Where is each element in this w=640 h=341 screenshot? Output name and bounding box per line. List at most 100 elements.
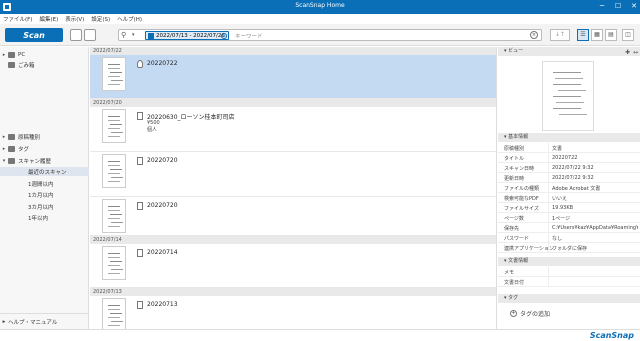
sidebar-item-1year[interactable]: 1年以内 (0, 213, 89, 222)
collapse-icon[interactable]: ▾ (0, 158, 8, 164)
preview-section-header[interactable]: ▾ ビュー ✚ ↔ (498, 47, 640, 56)
document-name: 20220722 (147, 60, 178, 67)
property-value[interactable]: 文書 (552, 145, 638, 152)
search-icon[interactable]: ⚲ (121, 31, 126, 39)
zoom-in-icon[interactable]: ✚ (625, 48, 630, 57)
property-value: いいえ (552, 196, 568, 202)
menu-file[interactable]: ファイル(F) (3, 15, 32, 23)
pc-icon (8, 51, 15, 58)
property-key: メモ (504, 270, 515, 276)
calendar-icon (148, 32, 154, 39)
document-name: 20220720 (147, 157, 178, 164)
property-row: 検索可能なPDF いいえ (498, 193, 640, 203)
property-row: タイトル 20220722 (498, 153, 640, 163)
list-item[interactable]: 20220722 (90, 55, 496, 99)
detail-panel: ▾ ビュー ✚ ↔ ▾ 基本情報 原稿種別 文書 タイトル 20220722 スキャ… (498, 47, 640, 329)
sidebar-item-trash[interactable]: ごみ箱 (0, 60, 89, 69)
property-value: 19.93KB (552, 205, 574, 211)
list-item[interactable]: 20220720 (90, 197, 496, 236)
property-row: 連携アプリケーション フォルダに保存 (498, 243, 640, 253)
search-bar[interactable]: ⚲ ▾ 2022/07/13 - 2022/07/26 × キーワード × (118, 29, 542, 41)
basic-info-section-header[interactable]: ▾ 基本情報 (498, 133, 640, 142)
menu-bar: ファイル(F) 編集(E) 表示(V) 設定(S) ヘルプ(H) (0, 14, 640, 24)
property-value[interactable]: 20220722 (552, 155, 638, 161)
history-icon (8, 157, 15, 164)
document-icon (137, 112, 143, 120)
add-icon: + (510, 310, 517, 317)
property-key: 原稿種別 (504, 146, 525, 152)
property-value: 2022/07/22 9:32 (552, 165, 594, 171)
section-title: 文書情報 (508, 258, 529, 264)
clear-search-icon[interactable]: × (530, 31, 538, 39)
document-thumbnail (102, 57, 126, 91)
property-value: 1ページ (552, 216, 571, 222)
scan-button[interactable]: Scan (5, 28, 63, 42)
tag-section-header[interactable]: ▾ タグ (498, 294, 640, 303)
close-button[interactable]: ✕ (630, 2, 638, 11)
menu-help[interactable]: ヘルプ(H) (117, 15, 142, 23)
large-view-icon[interactable]: ▤ (605, 29, 617, 41)
expand-icon[interactable]: ▸ (0, 52, 8, 58)
list-item[interactable]: 20220714 (90, 244, 496, 288)
list-item[interactable]: 20220630_ローソン桂本町司店 ¥500 個人 (90, 107, 496, 152)
sidebar-item-3months[interactable]: 3カ月以内 (0, 202, 89, 211)
keyword-input[interactable]: キーワード (235, 32, 263, 40)
status-bar: ScanSnap (0, 329, 640, 341)
help-manual-label: ヘルプ・マニュアル (8, 319, 58, 326)
thumbnail-view-icon[interactable]: ▦ (591, 29, 603, 41)
property-row: 更新日時 2022/07/22 9:32 (498, 173, 640, 183)
sort-button[interactable]: ↓↑ (550, 29, 570, 41)
property-key: パスワード (504, 236, 530, 242)
chevron-down-icon[interactable]: ▾ (132, 32, 135, 38)
receipt-category: 個人 (147, 127, 158, 133)
document-preview[interactable] (542, 61, 594, 131)
toolbar: Scan ⚲ ▾ 2022/07/13 - 2022/07/26 × キーワード… (0, 24, 640, 46)
property-key: スキャン日時 (504, 166, 535, 172)
menu-edit[interactable]: 編集(E) (39, 15, 58, 23)
expand-icon[interactable]: ▸ (0, 134, 8, 140)
sidebar-item-pc[interactable]: ▸ PC (0, 50, 89, 59)
section-title: ビュー (508, 48, 524, 54)
cloud-icon[interactable] (84, 29, 96, 41)
sidebar-item-1month[interactable]: 1カ月以内 (0, 190, 89, 199)
title-bar: ScanSnap Home ─ ☐ ✕ (0, 0, 640, 14)
document-icon (137, 249, 143, 257)
date-range-filter[interactable]: 2022/07/13 - 2022/07/26 × (145, 31, 229, 40)
brand-logo: ScanSnap (589, 331, 634, 340)
document-list: 2022/07/22 20220722 2022/07/20 20220630_… (90, 47, 497, 329)
list-item[interactable]: 20220713 (90, 296, 496, 329)
property-row: 原稿種別 文書 (498, 143, 640, 153)
doc-info-section-header[interactable]: ▾ 文書情報 (498, 257, 640, 266)
list-view-icon[interactable]: ☰ (577, 29, 589, 41)
document-icon (137, 157, 143, 165)
property-key: ファイルサイズ (504, 206, 539, 212)
date-group-header: 2022/07/13 (90, 288, 496, 296)
document-icon (137, 301, 143, 309)
property-row: メモ (498, 267, 640, 277)
list-item[interactable]: 20220720 (90, 152, 496, 197)
sidebar-item-scan-history[interactable]: ▾ スキャン履歴 (0, 156, 89, 165)
remove-filter-icon[interactable]: × (221, 33, 227, 39)
minimize-button[interactable]: ─ (598, 2, 606, 11)
property-row: パスワード なし (498, 233, 640, 243)
document-thumbnail (102, 246, 126, 280)
scanner-icon[interactable] (70, 29, 82, 41)
date-range-text: 2022/07/13 - 2022/07/26 (156, 32, 225, 39)
document-name: 20220713 (147, 301, 178, 308)
menu-view[interactable]: 表示(V) (65, 15, 84, 23)
expand-icon[interactable]: ▸ (0, 319, 8, 325)
help-manual-link[interactable]: ▸ ヘルプ・マニュアル (0, 313, 89, 329)
trash-icon (8, 61, 15, 68)
maximize-button[interactable]: ☐ (614, 2, 622, 11)
menu-settings[interactable]: 設定(S) (91, 15, 110, 23)
sidebar: ▸ PC ごみ箱 ▸ 原稿種別 ▸ タグ ▾ スキャン履歴 最近のスキャン 1週… (0, 47, 89, 329)
sidebar-item-doc-type[interactable]: ▸ 原稿種別 (0, 132, 89, 141)
sidebar-item-1week[interactable]: 1週間以内 (0, 179, 89, 188)
add-tag-button[interactable]: + タグの追加 (510, 309, 550, 318)
expand-view-icon[interactable]: ↔ (633, 48, 638, 57)
panel-toggle-icon[interactable]: ◫ (622, 29, 634, 41)
property-key: タイトル (504, 156, 525, 162)
sidebar-item-recent[interactable]: 最近のスキャン (0, 167, 89, 176)
sidebar-item-tag[interactable]: ▸ タグ (0, 144, 89, 153)
expand-icon[interactable]: ▸ (0, 146, 8, 152)
